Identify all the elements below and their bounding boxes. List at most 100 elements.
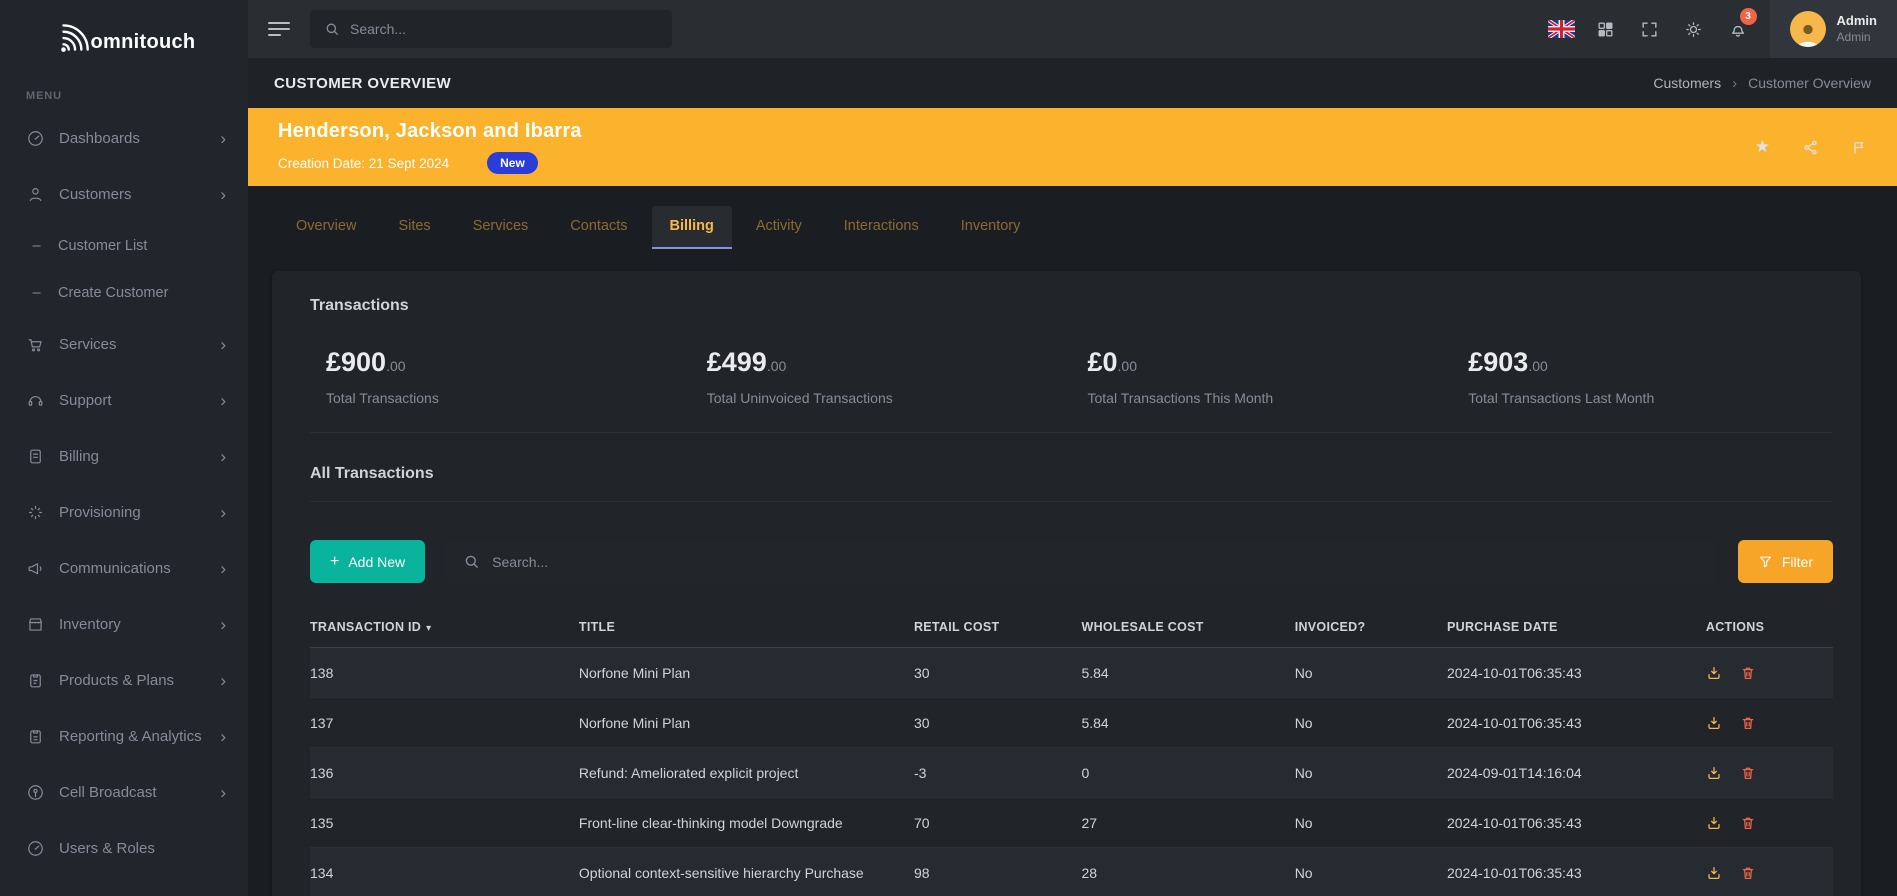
table-controls: + Add New Filter <box>310 540 1833 583</box>
notifications-button[interactable]: 3 <box>1716 7 1760 51</box>
cart-icon <box>26 335 45 354</box>
sidebar-subitem-label: Customer List <box>58 237 148 254</box>
breadcrumb-bar: CUSTOMER OVERVIEW Customers › Customer O… <box>248 58 1897 108</box>
tab-sites[interactable]: Sites <box>380 206 448 249</box>
cell-retail-cost: 70 <box>903 797 1072 848</box>
sidebar-item-label: Inventory <box>59 615 121 633</box>
cell-transaction-id: 137 <box>310 697 569 748</box>
menu-toggle-button[interactable] <box>268 22 290 36</box>
download-icon[interactable] <box>1706 715 1722 731</box>
tab-services[interactable]: Services <box>455 206 547 249</box>
fullscreen-button[interactable] <box>1628 7 1672 51</box>
sidebar-item-label: Communications <box>59 559 171 577</box>
tab-interactions[interactable]: Interactions <box>826 206 937 249</box>
sidebar-item-reporting-analytics[interactable]: Reporting & Analytics › <box>0 708 248 764</box>
sidebar-item-inventory[interactable]: Inventory › <box>0 596 248 652</box>
chevron-right-icon: › <box>220 128 226 148</box>
sidebar-item-products-plans[interactable]: Products & Plans › <box>0 652 248 708</box>
column-header-transaction-id[interactable]: TRANSACTION ID ▾ <box>310 607 569 648</box>
download-icon[interactable] <box>1706 815 1722 831</box>
apps-grid-button[interactable] <box>1584 7 1628 51</box>
sidebar-item-provisioning[interactable]: Provisioning › <box>0 484 248 540</box>
trash-icon[interactable] <box>1740 715 1756 731</box>
stat-total-transactions: £900.00 Total Transactions <box>326 347 439 406</box>
cell-title: Refund: Ameliorated explicit project <box>568 747 904 798</box>
sidebar-item-users-roles[interactable]: Users & Roles <box>0 820 248 876</box>
trash-icon[interactable] <box>1740 665 1756 681</box>
search-icon <box>326 23 338 35</box>
global-search-input[interactable] <box>350 21 658 37</box>
column-header-retail-cost[interactable]: RETAIL COST <box>903 607 1072 648</box>
sidebar-item-communications[interactable]: Communications › <box>0 540 248 596</box>
sidebar-item-customers[interactable]: Customers › <box>0 166 248 222</box>
transactions-stats: £900.00 Total Transactions £499.00 Total… <box>310 347 1833 406</box>
cell-title: Optional context-sensitive hierarchy Pur… <box>568 847 904 896</box>
table-search-input[interactable] <box>492 553 1700 570</box>
cell-title: Norfone Mini Plan <box>578 664 691 681</box>
main-area: 3 Admin Admin CUSTOMER OVERVIEW Customer… <box>248 0 1897 896</box>
cell-title: Norfone Mini Plan <box>568 697 904 748</box>
tab-overview[interactable]: Overview <box>278 206 374 249</box>
cell-wholesale-cost: 5.84 <box>1071 697 1285 748</box>
headset-icon <box>26 391 45 410</box>
search-icon <box>465 555 479 568</box>
sidebar-item-label: Products & Plans <box>59 671 175 689</box>
table-row: 135 Front-line clear-thinking model Down… <box>310 797 1833 848</box>
language-flag-button[interactable] <box>1540 7 1584 51</box>
filter-button[interactable]: Filter <box>1737 540 1833 583</box>
dash-icon: – <box>32 237 41 254</box>
sidebar-item-cell-broadcast[interactable]: Cell Broadcast › <box>0 764 248 820</box>
theme-toggle-button[interactable] <box>1672 7 1716 51</box>
sidebar-subitem-label: Create Customer <box>58 284 169 301</box>
column-header-purchase-date[interactable]: PURCHASE DATE <box>1436 607 1696 648</box>
star-icon[interactable]: ★ <box>1755 137 1770 157</box>
customer-banner: Henderson, Jackson and Ibarra Creation D… <box>248 108 1897 186</box>
add-new-button[interactable]: + Add New <box>310 540 426 583</box>
sidebar-item-dashboards[interactable]: Dashboards › <box>0 110 248 166</box>
user-info: Admin Admin <box>1837 13 1877 45</box>
tab-billing[interactable]: Billing <box>651 206 732 249</box>
customer-tabs: Overview Sites Services Contacts Billing… <box>248 186 1897 249</box>
column-header-invoiced[interactable]: INVOICED? <box>1284 607 1437 648</box>
table-search <box>447 540 1716 583</box>
sort-caret-icon: ▾ <box>426 623 432 634</box>
breadcrumb-customers[interactable]: Customers <box>1653 75 1721 91</box>
download-icon[interactable] <box>1706 865 1722 881</box>
user-icon <box>26 185 45 204</box>
customer-banner-info: Henderson, Jackson and Ibarra Creation D… <box>278 120 582 174</box>
share-icon[interactable] <box>1802 139 1819 156</box>
uk-flag-icon <box>1548 20 1576 38</box>
tab-activity[interactable]: Activity <box>738 206 820 249</box>
sidebar-item-support[interactable]: Support › <box>0 372 248 428</box>
download-icon[interactable] <box>1706 665 1722 681</box>
dash-icon: – <box>32 284 41 301</box>
sidebar-item-customer-list[interactable]: – Customer List <box>0 222 248 269</box>
sun-icon <box>1686 21 1701 37</box>
cell-retail-cost: -3 <box>903 747 1072 798</box>
broadcast-icon <box>26 783 45 802</box>
chevron-right-icon: › <box>220 558 226 578</box>
cell-purchase-date: 2024-10-01T06:35:43 <box>1436 847 1696 896</box>
trash-icon[interactable] <box>1740 765 1756 781</box>
funnel-icon <box>1759 556 1771 568</box>
column-header-title[interactable]: TITLE <box>568 607 904 648</box>
storefront-icon <box>26 615 45 634</box>
column-header-wholesale-cost[interactable]: WHOLESALE COST <box>1071 607 1285 648</box>
sidebar-item-billing[interactable]: Billing › <box>0 428 248 484</box>
tab-inventory[interactable]: Inventory <box>943 206 1039 249</box>
download-icon[interactable] <box>1706 765 1722 781</box>
brand-logo[interactable]: omnitouch <box>0 0 248 78</box>
cell-retail-cost: 98 <box>903 847 1072 896</box>
tab-contacts[interactable]: Contacts <box>552 206 645 249</box>
cell-invoiced: No <box>1284 697 1437 748</box>
flag-icon[interactable] <box>1851 139 1867 156</box>
global-search <box>310 10 672 48</box>
user-menu-button[interactable]: Admin Admin <box>1769 0 1897 58</box>
sidebar-item-label: Billing <box>59 447 100 465</box>
sidebar-item-services[interactable]: Services › <box>0 316 248 372</box>
person-photo-icon <box>1797 24 1819 47</box>
trash-icon[interactable] <box>1740 865 1756 881</box>
chevron-right-icon: › <box>220 502 226 522</box>
sidebar-item-create-customer[interactable]: – Create Customer <box>0 269 248 316</box>
trash-icon[interactable] <box>1740 815 1756 831</box>
